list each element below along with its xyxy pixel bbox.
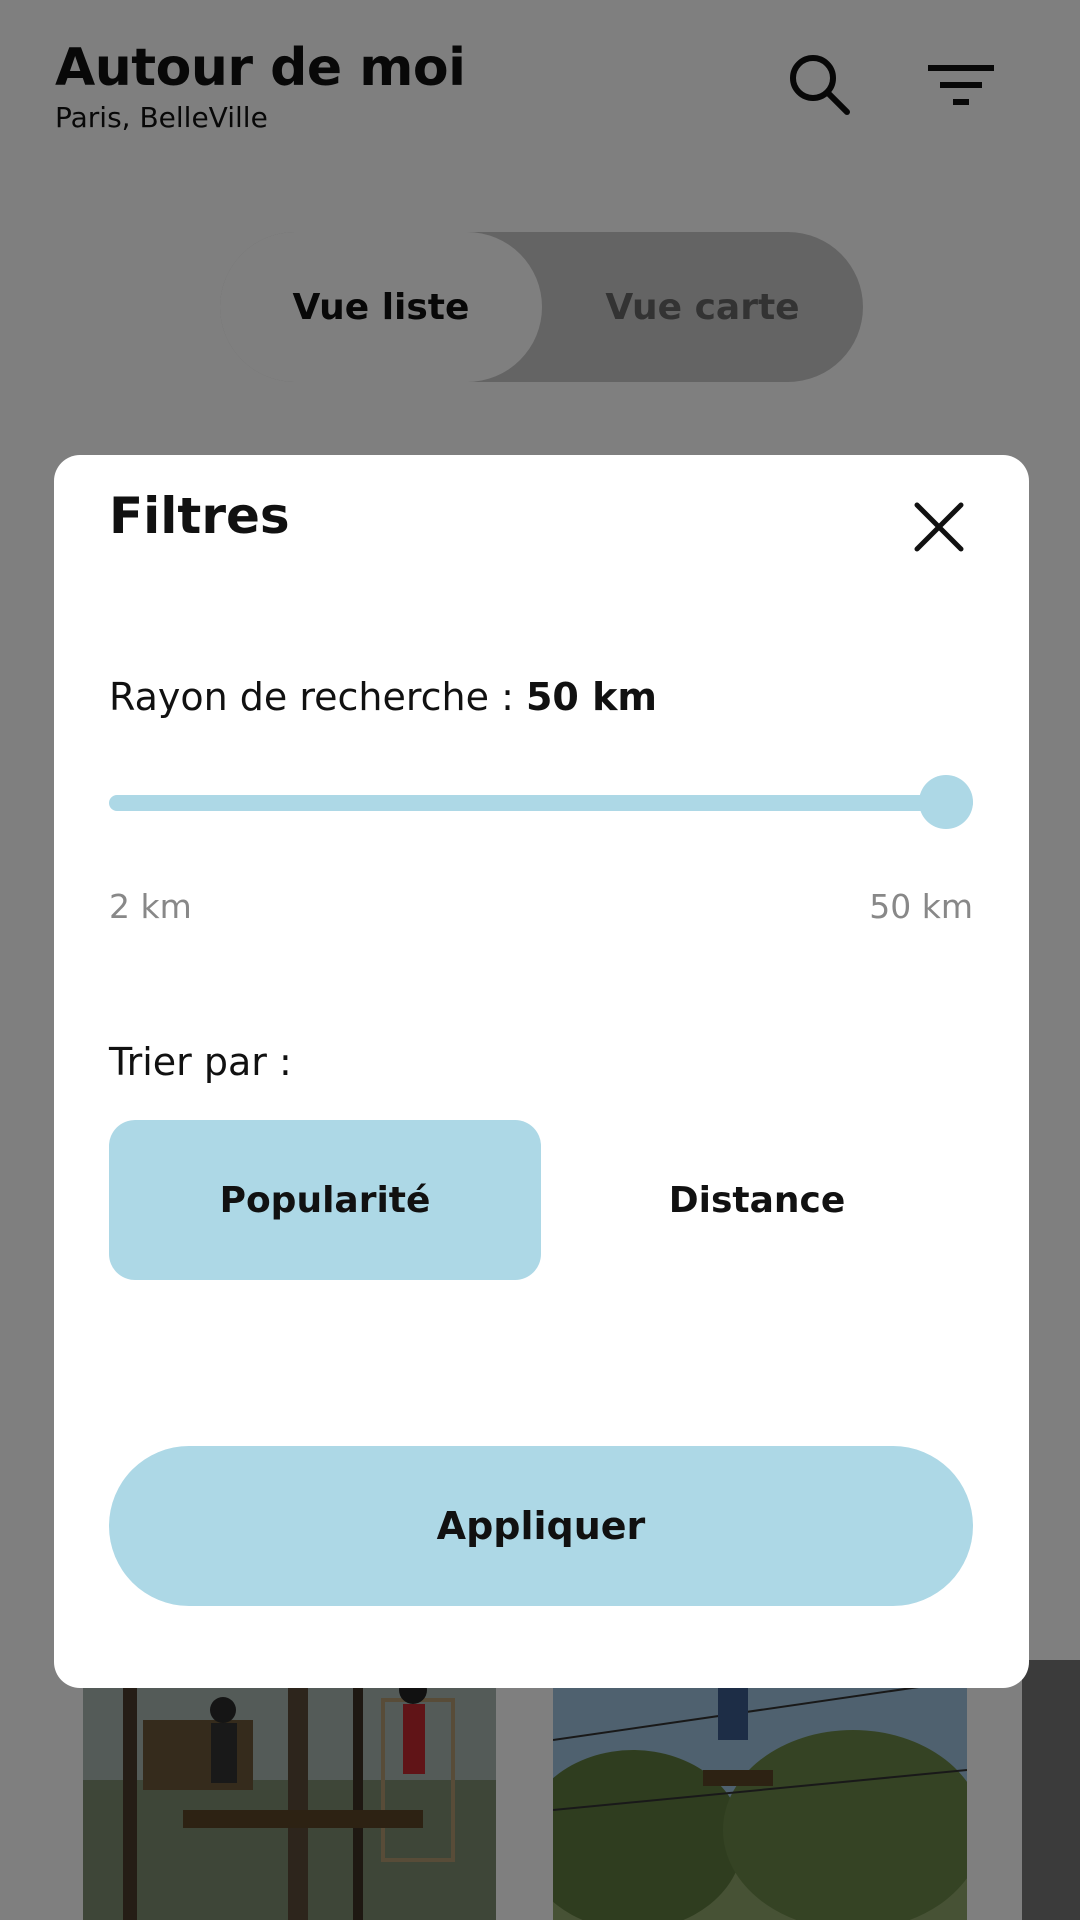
radius-value: 50 km [525, 675, 657, 719]
radius-label-text: Rayon de recherche : [109, 675, 526, 719]
slider-thumb[interactable] [919, 775, 973, 829]
radius-label: Rayon de recherche : 50 km [109, 675, 657, 719]
radius-max-label: 50 km [869, 887, 973, 926]
radius-slider[interactable] [109, 775, 973, 829]
apply-button[interactable]: Appliquer [109, 1446, 973, 1606]
sort-label: Trier par : [109, 1040, 292, 1084]
radius-min-label: 2 km [109, 887, 192, 926]
screen: Autour de moi Paris, BelleVille Vue list… [0, 0, 1080, 1920]
slider-track[interactable] [109, 795, 973, 811]
sort-option-distance[interactable]: Distance [541, 1120, 973, 1280]
close-icon[interactable] [909, 497, 969, 557]
filter-modal: Filtres Rayon de recherche : 50 km 2 km … [54, 455, 1029, 1688]
sort-option-popularity[interactable]: Popularité [109, 1120, 541, 1280]
modal-title: Filtres [109, 487, 290, 545]
